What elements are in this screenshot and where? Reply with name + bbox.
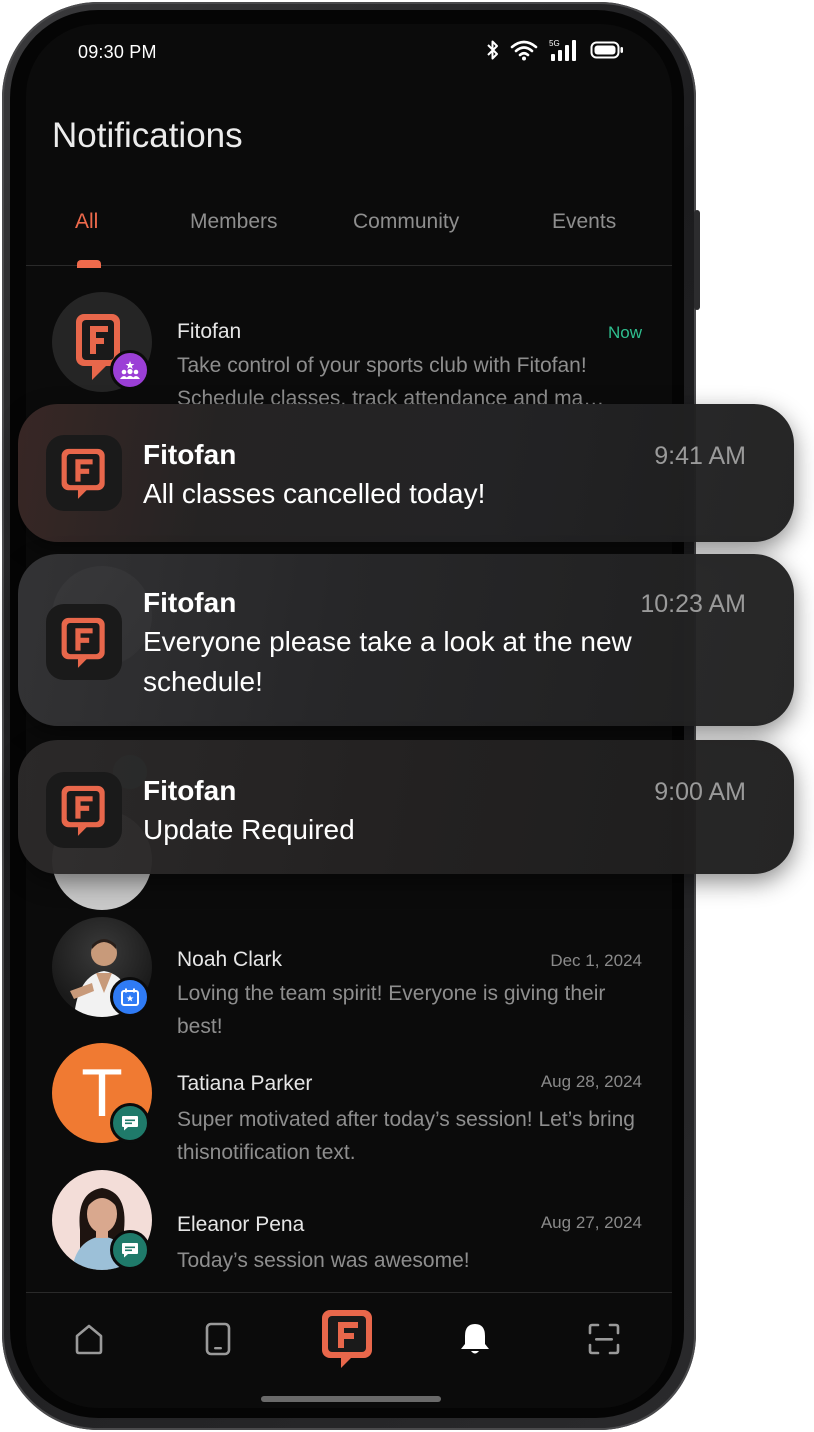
members-badge-icon [110, 350, 150, 390]
bottom-nav [26, 1292, 672, 1408]
sender-name: Fitofan [177, 320, 242, 343]
timestamp: Aug 27, 2024 [540, 1213, 642, 1232]
sender-name: Eleanor Pena [177, 1213, 305, 1236]
battery-icon [590, 41, 623, 59]
status-bar: 09:30 PM 5G [26, 24, 672, 80]
fitofan-logo [61, 448, 105, 499]
device-icon [205, 1322, 231, 1356]
notification-body: All classes cancelled today! [143, 478, 486, 509]
notification-app-name: Fitofan [143, 439, 237, 470]
notification-body: Everyone please take a look at the new s… [143, 626, 632, 697]
fitofan-logo [61, 617, 105, 668]
tab-bar: All Members Community Events [26, 204, 672, 268]
page-title: Notifications [52, 116, 243, 155]
wifi-icon [510, 40, 538, 61]
tab-community[interactable]: Community [353, 210, 459, 234]
fitofan-logo [322, 1310, 372, 1368]
list-item[interactable]: Fitofan Now Take control of your sports … [26, 290, 672, 410]
side-button [694, 210, 700, 310]
home-icon [75, 1324, 103, 1355]
timestamp: Now [607, 323, 642, 342]
tab-events[interactable]: Events [552, 210, 616, 234]
nav-home[interactable] [65, 1315, 113, 1363]
signal-5g-icon: 5G [549, 39, 576, 61]
message-preview: Today’s session was awesome! [177, 1249, 470, 1272]
notification-app-name: Fitofan [143, 775, 237, 806]
scan-icon [588, 1323, 620, 1355]
sender-name: Tatiana Parker [177, 1072, 313, 1095]
notification-app-name: Fitofan [143, 587, 237, 618]
push-notification[interactable]: Fitofan 9:41 AM All classes cancelled to… [18, 404, 794, 542]
nav-notifications[interactable] [451, 1315, 499, 1363]
notification-time: 10:23 AM [640, 590, 746, 618]
home-indicator [261, 1396, 441, 1402]
message-preview: Loving the team spirit! Everyone is givi… [177, 982, 606, 1038]
push-notification[interactable]: Fitofan 9:00 AM Update Required [18, 740, 794, 874]
status-time: 09:30 PM [78, 42, 157, 62]
list-item[interactable]: Eleanor Pena Aug 27, 2024 Today’s sessio… [26, 1170, 672, 1290]
message-preview: Super motivated after today’s session! L… [177, 1108, 635, 1164]
chat-badge-icon [110, 1103, 150, 1143]
notification-time: 9:00 AM [654, 778, 746, 806]
nav-scan[interactable] [580, 1315, 628, 1363]
list-item[interactable]: T Tatiana Parker Aug 28, 2024 Super moti… [26, 1043, 672, 1164]
tab-all[interactable]: All [75, 210, 98, 234]
nav-device[interactable] [194, 1315, 242, 1363]
push-notification[interactable]: Fitofan 10:23 AM Everyone please take a … [18, 554, 794, 726]
chat-badge-icon [110, 1230, 150, 1270]
notification-time: 9:41 AM [654, 442, 746, 470]
svg-text:5G: 5G [549, 39, 560, 48]
tab-indicator [77, 260, 101, 268]
bluetooth-icon [487, 40, 498, 60]
nav-fitofan[interactable] [319, 1309, 377, 1368]
calendar-star-badge-icon [110, 977, 150, 1017]
tab-members[interactable]: Members [190, 210, 278, 234]
bell-icon [461, 1324, 489, 1354]
app-icon [46, 772, 122, 848]
status-icons: 5G [486, 38, 624, 62]
sender-name: Noah Clark [177, 948, 283, 971]
timestamp: Aug 28, 2024 [540, 1072, 642, 1091]
notification-body: Update Required [143, 814, 355, 845]
app-icon [46, 604, 122, 680]
app-icon [46, 435, 122, 511]
timestamp: Dec 1, 2024 [550, 951, 642, 970]
fitofan-logo [61, 785, 105, 836]
list-item[interactable]: Noah Clark Dec 1, 2024 Loving the team s… [26, 917, 672, 1038]
